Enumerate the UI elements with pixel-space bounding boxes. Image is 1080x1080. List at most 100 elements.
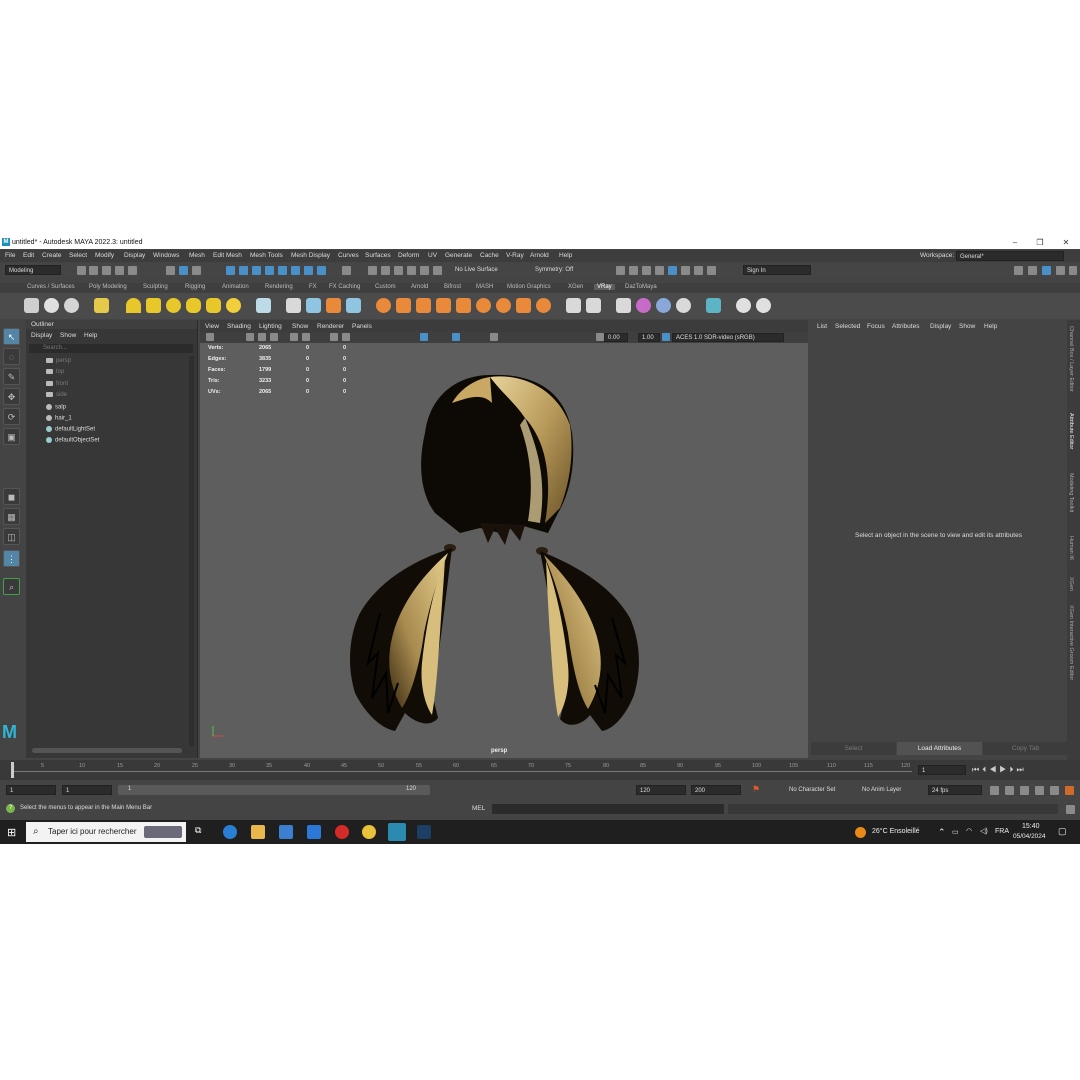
wifi-icon[interactable]: ◠ — [966, 827, 972, 835]
isolate-select-icon[interactable] — [490, 333, 498, 341]
outliner-horizontal-scrollbar[interactable] — [32, 748, 182, 753]
symmetry-dropdown[interactable]: Symmetry: Off — [532, 265, 592, 275]
minimize-button[interactable]: – — [1008, 237, 1022, 248]
vray-gear-icon[interactable] — [536, 298, 551, 313]
attr-menu-list[interactable]: List — [817, 323, 827, 330]
scene-end-field[interactable]: 200 — [691, 785, 741, 795]
hair-model[interactable] — [320, 363, 680, 733]
clock-time[interactable]: 15:40 — [1022, 823, 1040, 830]
range-bar[interactable]: 1 120 — [118, 785, 430, 795]
move-tool-icon[interactable]: ✥ — [3, 388, 20, 405]
shelf-tab-custom[interactable]: Custom — [375, 284, 396, 290]
outliner-layout-icon[interactable]: ⋮ — [3, 550, 20, 567]
playback-controls[interactable]: ⏮⏴◀▶⏵⏭ — [972, 765, 1027, 775]
shelf-tab-rendering[interactable]: Rendering — [265, 284, 293, 290]
current-frame-field[interactable]: 1 — [918, 765, 966, 775]
color-management-icon[interactable] — [662, 333, 670, 341]
outliner-menu-show[interactable]: Show — [60, 332, 76, 339]
file-explorer-icon[interactable] — [251, 825, 265, 839]
time-slider[interactable]: 1 5 10 15 20 25 30 35 40 45 50 55 60 65 … — [0, 760, 1080, 780]
vray-object-props-icon[interactable] — [566, 298, 581, 313]
shelf-tab-rigging[interactable]: Rigging — [185, 284, 205, 290]
weather-sun-icon[interactable] — [855, 827, 866, 838]
scale-tool-icon[interactable]: ▣ — [3, 428, 20, 445]
shelf-tab-fx[interactable]: FX — [309, 284, 317, 290]
select-tool-icon[interactable]: ↖ — [3, 328, 20, 345]
gamma-field[interactable]: 1.00 — [638, 333, 660, 342]
rotate-tool-icon[interactable]: ⟳ — [3, 408, 20, 425]
tray-chevron-icon[interactable]: ⌃ — [938, 827, 946, 838]
lock-icon[interactable] — [342, 266, 351, 275]
new-scene-icon[interactable] — [77, 266, 86, 275]
notifications-icon[interactable]: ▢ — [1058, 826, 1067, 837]
outliner-item-hair-1[interactable]: hair_1 — [46, 415, 72, 422]
viewport-menu-view[interactable]: View — [205, 323, 219, 330]
workspace-dropdown[interactable]: General* — [956, 251, 1064, 261]
hypershade-icon[interactable] — [668, 266, 677, 275]
playback-speed-icon[interactable] — [1035, 786, 1044, 795]
sphere-light-icon[interactable] — [166, 298, 181, 313]
attribute-editor-toggle-icon[interactable] — [1042, 266, 1051, 275]
smooth-shade-icon[interactable] — [342, 333, 350, 341]
fps-dropdown[interactable]: 24 fps — [928, 785, 982, 795]
clock-date[interactable]: 05/04/2024 — [1013, 833, 1046, 840]
playback-start-field[interactable]: 1 — [62, 785, 112, 795]
store-icon[interactable] — [279, 825, 293, 839]
vray-cosmos-icon[interactable] — [706, 298, 721, 313]
select-hierarchy-icon[interactable] — [166, 266, 175, 275]
vray-mesh-icon[interactable] — [476, 298, 491, 313]
open-scene-icon[interactable] — [89, 266, 98, 275]
search-icon[interactable]: ⌕ — [3, 578, 20, 595]
close-button[interactable]: ✕ — [1059, 237, 1073, 248]
task-view-icon[interactable]: ⧉ — [195, 825, 209, 839]
channel-box-icon[interactable] — [1069, 266, 1077, 275]
film-gate-icon[interactable] — [302, 333, 310, 341]
tab-human-ik[interactable]: Human IK — [1068, 536, 1074, 560]
outliner-menu-help[interactable]: Help — [84, 332, 97, 339]
viewport-menu-shading[interactable]: Shading — [227, 323, 251, 330]
network-icon[interactable]: ▭ — [952, 828, 959, 836]
edge-browser-icon[interactable] — [223, 825, 237, 839]
vray-logo-icon[interactable] — [756, 298, 771, 313]
taskbar-search-box[interactable]: ⌕ Taper ici pour rechercher — [26, 822, 186, 842]
vray-fur-2-icon[interactable] — [416, 298, 431, 313]
viewport-menu-renderer[interactable]: Renderer — [317, 323, 344, 330]
vray-render-icon[interactable] — [681, 266, 690, 275]
menu-select[interactable]: Select — [69, 252, 87, 259]
exposure-icon[interactable] — [596, 333, 604, 341]
steam-icon[interactable] — [417, 825, 431, 839]
tab-modeling-toolkit[interactable]: Modeling Toolkit — [1068, 473, 1074, 512]
mask-icon-8[interactable] — [317, 266, 326, 275]
outliner-item-defaultlightset[interactable]: defaultLightSet — [46, 426, 95, 433]
outliner-search-input[interactable]: Search... — [29, 344, 193, 353]
outliner-item-persp[interactable]: persp — [46, 358, 71, 364]
wireframe-icon[interactable] — [330, 333, 338, 341]
maya-taskbar-icon[interactable] — [388, 823, 406, 841]
vray-clipper-icon[interactable] — [496, 298, 511, 313]
maya-home-logo-icon[interactable]: M — [2, 722, 22, 742]
outliner-item-top[interactable]: top — [46, 369, 64, 375]
mask-icon-6[interactable] — [291, 266, 300, 275]
snap-edge-icon[interactable] — [433, 266, 442, 275]
camera-attributes-icon[interactable] — [206, 333, 214, 341]
vray-palette-icon[interactable] — [676, 298, 691, 313]
lasso-tool-icon[interactable]: ◌ — [3, 348, 20, 365]
vray-grid-icon[interactable] — [456, 298, 471, 313]
vray-volume-icon[interactable] — [346, 298, 361, 313]
single-view-icon[interactable]: ◼ — [3, 488, 20, 505]
character-set-dropdown[interactable]: No Character Set — [786, 785, 846, 795]
vray-multi-icon[interactable] — [656, 298, 671, 313]
anim-layer-dropdown[interactable]: No Anim Layer — [859, 785, 919, 795]
vray-vfb-icon[interactable] — [736, 298, 751, 313]
shelf-tab-mash[interactable]: MASH — [476, 284, 493, 290]
menu-mesh-tools[interactable]: Mesh Tools — [250, 252, 283, 259]
menu-surfaces[interactable]: Surfaces — [365, 252, 391, 259]
menu-vray[interactable]: V-Ray — [506, 252, 524, 259]
script-editor-icon[interactable] — [1066, 805, 1075, 814]
vray-lightsel-icon[interactable] — [516, 298, 531, 313]
weather-text[interactable]: 26°C Ensoleillé — [872, 828, 920, 835]
tab-channel-box[interactable]: Channel Box / Layer Editor — [1068, 326, 1074, 392]
menu-mesh[interactable]: Mesh — [189, 252, 205, 259]
vray-render-elements-icon[interactable] — [586, 298, 601, 313]
paint-select-tool-icon[interactable]: ✎ — [3, 368, 20, 385]
